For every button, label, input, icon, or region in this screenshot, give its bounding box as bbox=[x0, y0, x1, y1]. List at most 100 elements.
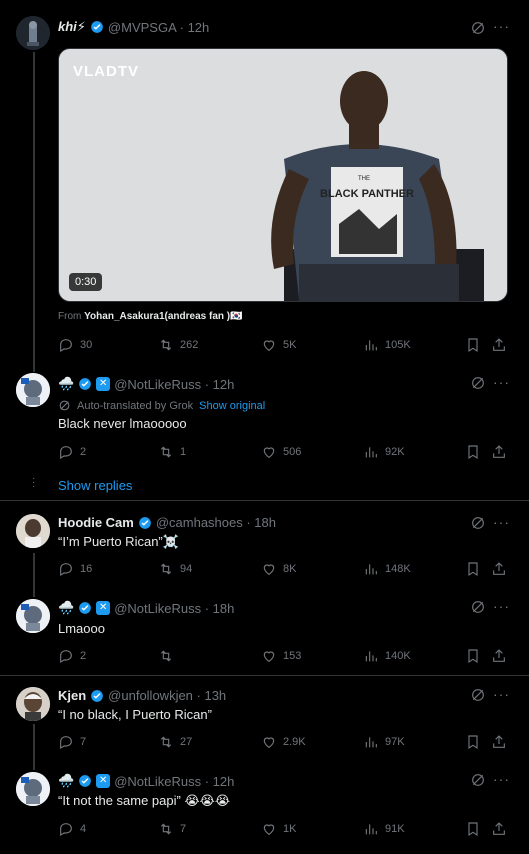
avatar[interactable] bbox=[16, 687, 50, 721]
grok-icon[interactable] bbox=[470, 20, 486, 39]
grok-icon[interactable] bbox=[470, 772, 486, 791]
tweet-header: 🌧️ ✕ @NotLikeRuss · 12h bbox=[58, 773, 234, 789]
share-button[interactable] bbox=[491, 337, 507, 353]
like-button[interactable]: 2.9K bbox=[261, 734, 306, 750]
reply-button[interactable]: 30 bbox=[58, 337, 92, 353]
handle-time[interactable]: @camhashoes · 18h bbox=[156, 515, 276, 530]
tweet-text: “I no black, I Puerto Rican” bbox=[58, 707, 212, 722]
display-name[interactable]: 🌧️ bbox=[58, 376, 74, 392]
reply-count: 2 bbox=[80, 650, 87, 662]
show-replies-link[interactable]: Show replies bbox=[58, 478, 132, 493]
like-button[interactable]: 506 bbox=[261, 444, 301, 460]
reply-button[interactable]: 7 bbox=[58, 734, 86, 750]
verified-badge-icon bbox=[91, 689, 104, 702]
views-icon bbox=[363, 561, 379, 577]
grok-icon[interactable] bbox=[470, 599, 486, 618]
more-options-icon[interactable]: ··· bbox=[493, 686, 510, 702]
reply-button[interactable]: 2 bbox=[58, 648, 86, 664]
display-name[interactable]: khi⚡ bbox=[58, 19, 86, 35]
like-count: 8K bbox=[283, 563, 297, 575]
share-button[interactable] bbox=[491, 444, 507, 460]
avatar[interactable] bbox=[16, 16, 50, 50]
video-player[interactable]: THE BLACK PANTHER VLADTV 0:30 bbox=[58, 48, 508, 302]
repost-button[interactable]: 262 bbox=[158, 337, 198, 353]
views-icon bbox=[363, 444, 379, 460]
thread-dots: · · · bbox=[32, 473, 36, 492]
repost-button[interactable]: 27 bbox=[158, 734, 192, 750]
bookmark-button[interactable] bbox=[465, 821, 481, 837]
repost-count: 1 bbox=[180, 446, 187, 458]
bookmark-icon bbox=[465, 821, 481, 837]
display-name[interactable]: 🌧️ bbox=[58, 773, 74, 789]
bookmark-button[interactable] bbox=[465, 444, 481, 460]
views-button[interactable]: 97K bbox=[363, 734, 405, 750]
repost-button[interactable]: 94 bbox=[158, 561, 192, 577]
share-button[interactable] bbox=[491, 561, 507, 577]
display-name[interactable]: Hoodie Cam bbox=[58, 515, 134, 530]
bookmark-button[interactable] bbox=[465, 648, 481, 664]
handle-time[interactable]: @MVPSGA · 12h bbox=[108, 20, 209, 35]
handle-time[interactable]: @NotLikeRuss · 12h bbox=[114, 774, 234, 789]
video-duration: 0:30 bbox=[69, 273, 103, 291]
views-button[interactable]: 92K bbox=[363, 444, 405, 460]
verified-badge-icon bbox=[79, 775, 92, 787]
translation-note: Auto-translated by Grok Show original bbox=[58, 399, 265, 412]
tweet-header: Hoodie Cam @camhashoes · 18h bbox=[58, 515, 276, 530]
avatar[interactable] bbox=[16, 772, 50, 806]
handle-time[interactable]: @NotLikeRuss · 18h bbox=[114, 601, 234, 616]
grok-icon[interactable] bbox=[470, 515, 486, 534]
from-label: From bbox=[58, 311, 82, 322]
more-options-icon[interactable]: ··· bbox=[493, 374, 510, 390]
tweet-header: 🌧️ ✕ @NotLikeRuss · 18h bbox=[58, 600, 234, 616]
grok-icon[interactable] bbox=[470, 687, 486, 706]
more-options-icon[interactable]: ··· bbox=[493, 514, 510, 530]
avatar[interactable] bbox=[16, 373, 50, 407]
avatar[interactable] bbox=[16, 599, 50, 633]
bookmark-icon bbox=[465, 561, 481, 577]
like-button[interactable]: 1K bbox=[261, 821, 296, 837]
reply-icon bbox=[58, 561, 74, 577]
handle-time[interactable]: @NotLikeRuss · 12h bbox=[114, 377, 234, 392]
grok-icon[interactable] bbox=[470, 375, 486, 394]
bookmark-button[interactable] bbox=[465, 561, 481, 577]
views-button[interactable]: 148K bbox=[363, 561, 411, 577]
display-name[interactable]: Kjen bbox=[58, 688, 86, 703]
like-icon bbox=[261, 337, 277, 353]
reply-button[interactable]: 2 bbox=[58, 444, 86, 460]
more-options-icon[interactable]: ··· bbox=[493, 18, 510, 34]
repost-button[interactable]: 1 bbox=[158, 444, 186, 460]
bookmark-icon bbox=[465, 337, 481, 353]
reply-icon bbox=[58, 648, 74, 664]
repost-button[interactable] bbox=[158, 648, 180, 664]
from-user[interactable]: Yohan_Asakura1(andreas fan )🇰🇷 bbox=[84, 311, 242, 322]
reply-button[interactable]: 4 bbox=[58, 821, 86, 837]
action-bar: 16 94 8K 148K bbox=[58, 561, 510, 579]
share-button[interactable] bbox=[491, 648, 507, 664]
more-options-icon[interactable]: ··· bbox=[493, 598, 510, 614]
handle-time[interactable]: @unfollowkjen · 13h bbox=[108, 688, 226, 703]
repost-button[interactable]: 7 bbox=[158, 821, 186, 837]
share-button[interactable] bbox=[491, 734, 507, 750]
like-button[interactable]: 153 bbox=[261, 648, 301, 664]
action-bar: 2 1 506 92K bbox=[58, 444, 510, 462]
like-count: 1K bbox=[283, 823, 297, 835]
like-button[interactable]: 8K bbox=[261, 561, 296, 577]
like-icon bbox=[261, 734, 277, 750]
like-button[interactable]: 5K bbox=[261, 337, 296, 353]
reply-button[interactable]: 16 bbox=[58, 561, 92, 577]
views-button[interactable]: 105K bbox=[363, 337, 411, 353]
more-options-icon[interactable]: ··· bbox=[493, 771, 510, 787]
show-original-link[interactable]: Show original bbox=[199, 400, 265, 412]
views-icon bbox=[363, 821, 379, 837]
reply-count: 2 bbox=[80, 446, 87, 458]
bookmark-icon bbox=[465, 734, 481, 750]
repost-count: 7 bbox=[180, 823, 187, 835]
avatar[interactable] bbox=[16, 514, 50, 548]
bookmark-button[interactable] bbox=[465, 337, 481, 353]
views-button[interactable]: 140K bbox=[363, 648, 411, 664]
share-button[interactable] bbox=[491, 821, 507, 837]
display-name[interactable]: 🌧️ bbox=[58, 600, 74, 616]
views-button[interactable]: 91K bbox=[363, 821, 405, 837]
bookmark-button[interactable] bbox=[465, 734, 481, 750]
repost-count: 94 bbox=[180, 563, 193, 575]
